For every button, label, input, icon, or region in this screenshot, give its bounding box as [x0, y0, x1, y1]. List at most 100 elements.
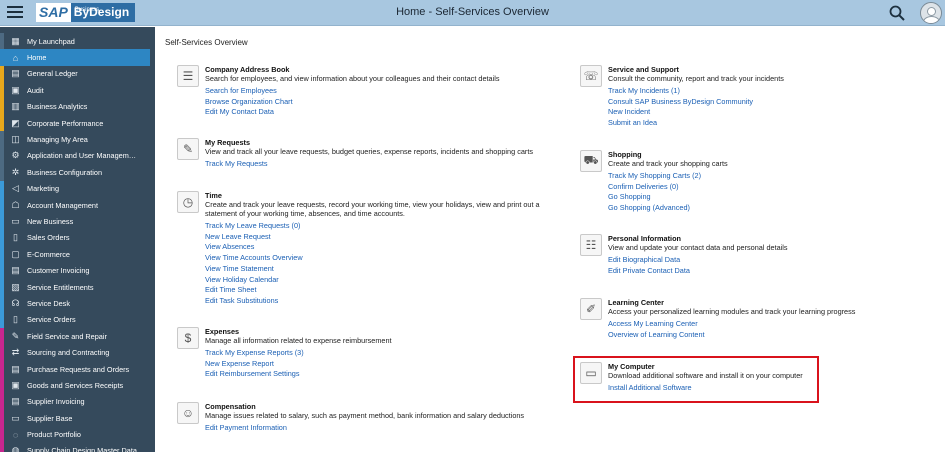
- card-link[interactable]: Edit Private Contact Data: [608, 266, 938, 277]
- sidebar-item-label: Account Management: [27, 200, 98, 210]
- sidebar-item[interactable]: ▤ Purchase Requests and Orders: [0, 360, 155, 378]
- sidebar-item[interactable]: ▧ Service Entitlements: [0, 278, 155, 296]
- sidebar-item[interactable]: ▣ Goods and Services Receipts: [0, 377, 155, 394]
- sap-logo[interactable]: SAP Business ByDesign: [36, 3, 136, 22]
- card-link[interactable]: View Holiday Calendar: [205, 275, 555, 286]
- sidebar-item-label: Goods and Services Receipts: [27, 380, 124, 390]
- sidebar-item-label: My Launchpad: [27, 36, 75, 46]
- sales-orders-icon: ▯: [13, 232, 18, 243]
- card-link[interactable]: View Time Accounts Overview: [205, 253, 555, 264]
- sidebar-accent-bar: [0, 360, 4, 378]
- sidebar-accent-bar: [0, 98, 4, 115]
- card-link[interactable]: New Incident: [608, 107, 938, 118]
- sidebar-item-label: Managing My Area: [27, 135, 88, 145]
- card-link[interactable]: New Expense Report: [205, 359, 555, 370]
- sidebar-item[interactable]: ▭ Supplier Base: [0, 409, 155, 427]
- time-icon: ◷: [177, 191, 199, 213]
- card-link[interactable]: Track My Leave Requests (0): [205, 221, 555, 232]
- sidebar-accent-bar: [0, 229, 4, 247]
- sidebar-accent-bar: [0, 49, 4, 66]
- sidebar-item[interactable]: ◌ Product Portfolio: [0, 426, 155, 443]
- sidebar-item[interactable]: ⌂ Home: [0, 49, 150, 66]
- card-link[interactable]: Edit Reimbursement Settings: [205, 369, 555, 380]
- entitlement-icon: ▧: [11, 281, 20, 292]
- card-link[interactable]: Browse Organization Chart: [205, 97, 555, 108]
- sidebar-item[interactable]: ▯ Service Orders: [0, 311, 155, 329]
- sidebar-item[interactable]: ◍ Supply Chain Design Master Data: [0, 442, 155, 452]
- card-link[interactable]: Edit Time Sheet: [205, 285, 555, 296]
- card-link[interactable]: Edit Payment Information: [205, 423, 555, 434]
- receipt-icon: ▣: [11, 379, 20, 390]
- sidebar-accent-bar: [0, 82, 4, 99]
- card-link[interactable]: Search for Employees: [205, 86, 555, 97]
- sidebar-accent-bar: [0, 213, 4, 230]
- purchase-icon: ▤: [11, 363, 20, 374]
- sidebar-item[interactable]: ▤ Customer Invoicing: [0, 262, 155, 279]
- search-icon[interactable]: [889, 5, 905, 21]
- card-link[interactable]: Confirm Deliveries (0): [608, 182, 938, 193]
- performance-icon: ◩: [11, 117, 20, 128]
- card-link[interactable]: Track My Shopping Carts (2): [608, 171, 938, 182]
- card-link[interactable]: Track My Incidents (1): [608, 86, 938, 97]
- sidebar-item[interactable]: ▦ My Launchpad: [0, 33, 155, 50]
- sidebar-item[interactable]: ▥ Business Analytics: [0, 98, 155, 115]
- card-link[interactable]: Edit My Contact Data: [205, 107, 555, 118]
- card-link[interactable]: Go Shopping: [608, 192, 938, 203]
- supply-chain-icon: ◍: [11, 445, 20, 452]
- sidebar-accent-bar: [0, 344, 4, 361]
- card-link[interactable]: Submit an Idea: [608, 118, 938, 129]
- card-link[interactable]: Track My Requests: [205, 159, 555, 170]
- analytics-icon: ▥: [11, 101, 20, 112]
- sidebar-accent-bar: [0, 246, 4, 263]
- sidebar-item[interactable]: ✲ Business Configuration: [0, 164, 155, 181]
- menu-icon[interactable]: [7, 6, 23, 20]
- card-link[interactable]: New Leave Request: [205, 232, 555, 243]
- requests-icon: ✎: [177, 138, 199, 160]
- card-body: Company Address Book Search for employees…: [205, 65, 555, 118]
- card-body: Personal Information View and update your…: [608, 234, 938, 276]
- card-link[interactable]: Edit Biographical Data: [608, 255, 938, 266]
- sidebar-item[interactable]: ⚙ Application and User Managem…: [0, 147, 155, 165]
- card-body: Time Create and track your leave requests…: [205, 191, 555, 307]
- sidebar-item-label: Audit: [27, 85, 44, 95]
- card-title: Personal Information: [608, 234, 681, 243]
- card-link[interactable]: Track My Expense Reports (3): [205, 348, 555, 359]
- sidebar-item[interactable]: ▤ Supplier Invoicing: [0, 393, 155, 410]
- sidebar-item[interactable]: ▭ New Business: [0, 213, 155, 230]
- card-link[interactable]: Edit Task Substitutions: [205, 296, 555, 307]
- sidebar-item-label: Application and User Managem…: [27, 151, 137, 161]
- sidebar-accent-bar: [0, 295, 4, 312]
- ecommerce-icon: ▢: [11, 248, 20, 259]
- sidebar-item-label: Service Entitlements: [27, 282, 94, 292]
- sidebar-item[interactable]: ◁ Marketing: [0, 180, 155, 197]
- sidebar-item-label: Home: [27, 53, 47, 63]
- sidebar-item[interactable]: ✎ Field Service and Repair: [0, 328, 155, 345]
- sidebar-item-label: Supplier Base: [27, 413, 73, 423]
- sidebar-item[interactable]: ▢ E-Commerce: [0, 246, 155, 263]
- sidebar-item[interactable]: ▣ Audit: [0, 82, 155, 99]
- logo-super-text: Business: [74, 7, 100, 13]
- sidebar-accent-bar: [0, 311, 4, 329]
- card-link[interactable]: View Absences: [205, 242, 555, 253]
- card-link[interactable]: View Time Statement: [205, 264, 555, 275]
- sidebar-accent-bar: [0, 262, 4, 279]
- sidebar-item-label: Product Portfolio: [27, 430, 81, 440]
- card-link[interactable]: Overview of Learning Content: [608, 330, 938, 341]
- card-link[interactable]: Consult SAP Business ByDesign Community: [608, 97, 938, 108]
- area-icon: ◫: [11, 134, 20, 145]
- supplier-invoice-icon: ▤: [11, 396, 20, 407]
- sidebar-item[interactable]: ⇄ Sourcing and Contracting: [0, 344, 155, 361]
- card-link[interactable]: Access My Learning Center: [608, 319, 938, 330]
- new-business-icon: ▭: [11, 215, 20, 226]
- page-header-title: Home - Self-Services Overview: [396, 6, 549, 18]
- sidebar-item[interactable]: ◫ Managing My Area: [0, 131, 155, 148]
- sidebar-item[interactable]: ☖ Account Management: [0, 196, 155, 214]
- sidebar-item[interactable]: ◩ Corporate Performance: [0, 114, 155, 132]
- user-avatar[interactable]: [920, 2, 942, 24]
- logo-product-text: Business ByDesign: [70, 3, 136, 22]
- card-description: Consult the community, report and track …: [608, 74, 784, 83]
- sidebar-item[interactable]: ▤ General Ledger: [0, 65, 155, 83]
- sidebar-item[interactable]: ☊ Service Desk: [0, 295, 155, 312]
- sidebar-item[interactable]: ▯ Sales Orders: [0, 229, 155, 247]
- card-link[interactable]: Go Shopping (Advanced): [608, 203, 938, 214]
